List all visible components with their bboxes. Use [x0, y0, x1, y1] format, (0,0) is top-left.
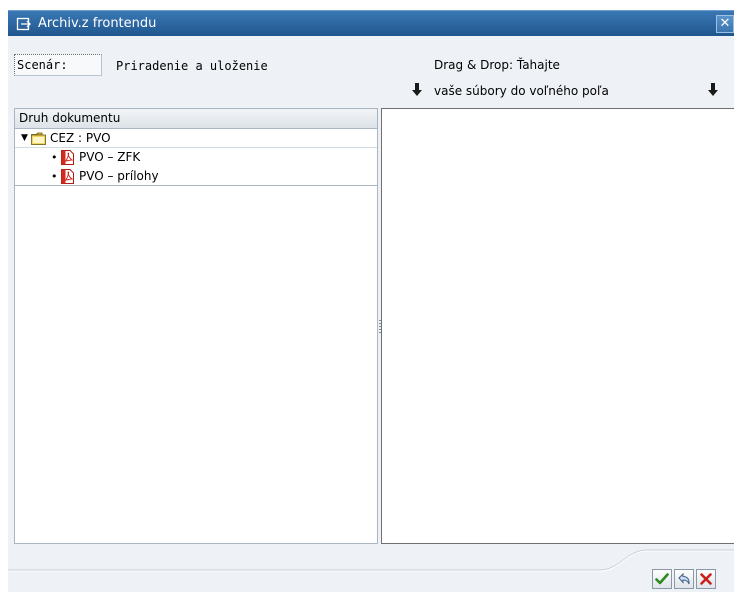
drag-drop-hint-line2: vaše súbory do voľného poľa [434, 84, 609, 98]
tree-column-header[interactable]: Druh dokumentu [15, 109, 377, 129]
window-title: Archiv.z frontendu [38, 16, 157, 31]
tree-node-label: PVO – ZFK [79, 150, 141, 164]
tree-node-label: PVO – prílohy [79, 169, 159, 183]
archive-window-icon [16, 17, 31, 31]
tree-node-label: CEZ : PVO [50, 131, 111, 145]
cancel-button[interactable] [696, 569, 716, 589]
arrow-down-icon [412, 83, 422, 96]
drag-drop-hint-line1: Drag & Drop: Ťahajte [434, 58, 560, 72]
tree-node-child[interactable]: • PVO – prílohy [15, 167, 377, 186]
pdf-icon [61, 150, 74, 165]
scenario-label[interactable]: Scenár: [14, 54, 102, 76]
window-top-strip [0, 0, 734, 10]
scenario-value: Priradenie a uloženie [116, 59, 268, 73]
dialog-body: Scenár: Priradenie a uloženie Drag & Dro… [8, 36, 734, 592]
bullet-icon: • [51, 170, 58, 183]
bullet-icon: • [51, 151, 58, 164]
confirm-button[interactable] [652, 569, 672, 589]
tree-node-child[interactable]: • PVO – ZFK [15, 148, 377, 167]
close-icon[interactable]: ✕ [716, 15, 734, 33]
undo-button[interactable] [674, 569, 694, 589]
folder-open-icon [31, 132, 46, 145]
undo-icon [678, 572, 690, 585]
tree-node-root[interactable]: ▼ CEZ : PVO [15, 129, 377, 148]
footer-divider [8, 549, 734, 572]
arrow-down-icon [708, 83, 718, 96]
expand-triangle-icon[interactable]: ▼ [21, 129, 28, 148]
cancel-icon [700, 573, 712, 585]
pdf-icon [61, 169, 74, 184]
title-bar[interactable]: Archiv.z frontendu ✕ [8, 10, 734, 36]
checkmark-icon [655, 573, 669, 585]
footer-button-bar [652, 569, 730, 591]
drop-zone[interactable] [381, 108, 734, 544]
document-type-tree[interactable]: Druh dokumentu ▼ CEZ : PVO • PVO – ZFK • [14, 108, 378, 544]
